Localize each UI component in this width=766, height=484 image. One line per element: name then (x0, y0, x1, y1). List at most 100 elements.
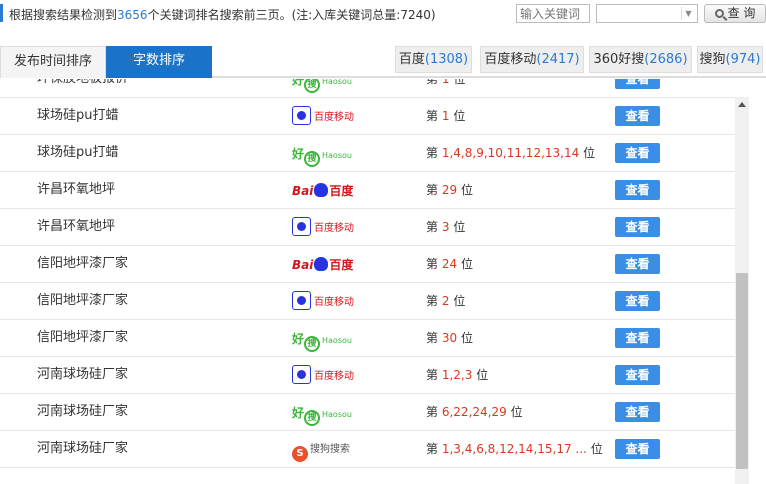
haosou-logo-hao: 好 (292, 332, 305, 346)
sogou-logo-text: 搜狗搜索 (310, 444, 350, 455)
keyword-cell: 球场硅pu打蜡 (37, 108, 119, 123)
keyword-cell: 环保胶地板报价 (37, 79, 128, 97)
rank-cell: 第 24 位 (426, 246, 473, 282)
tab-engine-sogou[interactable]: 搜狗(974) (697, 46, 763, 73)
tab-sort-by-length[interactable]: 字数排序 (106, 46, 212, 78)
table-row: 河南球场硅厂家 百度移动 第 1,2,3 位 查看 (0, 357, 735, 394)
rank-positions: 3 (441, 220, 450, 234)
engine-tab-name: 百度移动 (484, 52, 537, 67)
rank-cell: 第 3 位 (426, 209, 465, 245)
rank-suffix: 位 (583, 146, 596, 160)
view-button[interactable]: 查看 (615, 217, 660, 237)
rank-suffix: 位 (476, 368, 489, 382)
sogou-logo-icon: S (292, 446, 308, 462)
engine-select[interactable]: ▼ (596, 4, 698, 23)
rank-positions: 24 (441, 257, 458, 271)
view-button[interactable]: 查看 (615, 328, 660, 348)
view-button[interactable]: 查看 (615, 106, 660, 126)
rank-positions: 30 (441, 331, 458, 345)
table-row: 球场硅pu打蜡 百度移动 第 1 位 查看 (0, 98, 735, 135)
baidu-mobile-logo-text: 百度移动 (314, 112, 354, 123)
keyword-cell: 河南球场硅厂家 (37, 367, 129, 382)
rank-prefix: 第 (426, 257, 439, 271)
table-row: 球场硅pu打蜡 好搜 Haosou 第 1,4,8,9,10,11,12,13,14 … (0, 135, 735, 172)
haosou-logo-en: Haosou (322, 410, 352, 419)
keyword-cell: 信阳地坪漆厂家 (37, 293, 129, 308)
rank-suffix: 位 (590, 442, 603, 456)
rank-cell: 第 1 位 (426, 98, 465, 134)
baidu-logo-bai: Bai (292, 184, 314, 198)
keyword-cell: 河南球场硅厂家 (37, 404, 129, 419)
baidu-mobile-logo-text: 百度移动 (314, 371, 354, 382)
haosou-logo: 好搜 Haosou (292, 143, 362, 167)
scroll-up-arrow-icon[interactable] (735, 97, 749, 114)
rank-prefix: 第 (426, 183, 439, 197)
view-button[interactable]: 查看 (615, 143, 660, 163)
baidu-logo-du: 百度 (329, 258, 354, 272)
tab-sort-by-time[interactable]: 发布时间排序 (0, 46, 106, 78)
rank-cell: 第 6,22,24,29 位 (426, 394, 523, 430)
table-row: 许昌环氧地坪 百度移动 第 3 位 查看 (0, 209, 735, 246)
baidu-mobile-icon (292, 106, 311, 125)
rank-positions: 1,4,8,9,10,11,12,13,14 (441, 146, 580, 160)
haosou-logo-hao: 好 (292, 406, 305, 420)
rank-positions: 6,22,24,29 (441, 405, 507, 419)
view-button[interactable]: 查看 (615, 365, 660, 385)
haosou-logo-sou: 搜 (304, 151, 321, 167)
rank-prefix: 第 (426, 146, 439, 160)
rank-cell: 第 30 位 (426, 320, 473, 356)
table-row: 环保胶地板报价 好搜Haosou 第 1 位 查看 (0, 79, 735, 98)
table-row: 河南球场硅厂家 S 搜狗搜索 第 1,3,4,6,8,12,14,15,17 ... … (0, 431, 735, 468)
tab-engine-360-haosou[interactable]: 360好搜(2686) (589, 46, 692, 73)
view-button[interactable]: 查看 (615, 254, 660, 274)
chevron-down-icon[interactable]: ▼ (681, 7, 695, 20)
baidu-mobile-icon (292, 365, 311, 384)
ranking-list: 环保胶地板报价好搜Haosou第 1 位查看球场硅pu打蜡百度移动第 1 位查看… (0, 79, 735, 484)
rank-cell: 第 1 位 (426, 79, 465, 97)
haosou-logo-sou: 搜 (304, 410, 321, 426)
baidu-logo: Bai 百度 (292, 254, 362, 276)
rank-suffix: 位 (510, 405, 523, 419)
rank-prefix: 第 (426, 79, 439, 86)
baidu-logo-du: 百度 (329, 184, 354, 198)
rank-suffix: 位 (453, 109, 466, 123)
paw-icon (314, 183, 329, 197)
rank-prefix: 第 (426, 405, 439, 419)
keyword-search-input[interactable] (516, 4, 590, 23)
engine-tab-name: 搜狗 (699, 52, 726, 67)
view-button[interactable]: 查看 (615, 439, 660, 459)
baidu-logo-bai: Bai (292, 258, 314, 272)
engine-tab-name: 百度 (398, 52, 425, 67)
tab-engine-baidu[interactable]: 百度(1308) (395, 46, 472, 73)
view-button[interactable]: 查看 (615, 79, 660, 89)
scroll-down-arrow-icon[interactable] (735, 471, 749, 484)
baidu-mobile-logo-text: 百度移动 (314, 223, 354, 234)
haosou-logo-hao: 好 (292, 147, 305, 161)
haosou-logo: 好搜 Haosou (292, 328, 362, 352)
query-button[interactable]: 查 询 (704, 4, 766, 23)
baidu-mobile-logo: 百度移动 (292, 217, 362, 239)
table-row: 信阳地坪漆厂家 百度移动 第 2 位 查看 (0, 283, 735, 320)
tab-engine-baidu-mobile[interactable]: 百度移动(2417) (480, 46, 584, 73)
table-row: 信阳地坪漆厂家 Bai 百度 第 24 位 查看 (0, 246, 735, 283)
rank-suffix: 位 (453, 220, 466, 234)
rank-suffix: 位 (460, 331, 473, 345)
search-icon (714, 9, 724, 18)
table-row: 信阳地坪漆厂家 好搜 Haosou 第 30 位 查看 (0, 320, 735, 357)
baidu-mobile-logo: 百度移动 (292, 365, 362, 387)
rank-prefix: 第 (426, 294, 439, 308)
haosou-logo-sou: 搜 (304, 336, 321, 352)
list-scrollbar[interactable] (735, 97, 749, 484)
summary-text: 根据搜索结果检测到3656个关键词排名搜索前三页。(注:入库关键词总量:7240… (9, 6, 436, 23)
engine-tab-count: (1308) (424, 52, 469, 67)
engine-tab-name: 360好搜 (593, 52, 645, 67)
scrollbar-thumb[interactable] (736, 273, 748, 469)
view-button[interactable]: 查看 (615, 291, 660, 311)
haosou-logo: 好搜 Haosou (292, 402, 362, 426)
baidu-mobile-icon (292, 217, 311, 236)
summary-prefix: 根据搜索结果检测到 (9, 8, 118, 22)
rank-suffix: 位 (453, 294, 466, 308)
view-button[interactable]: 查看 (615, 180, 660, 200)
view-button[interactable]: 查看 (615, 402, 660, 422)
engine-tab-count: (2417) (536, 52, 580, 67)
